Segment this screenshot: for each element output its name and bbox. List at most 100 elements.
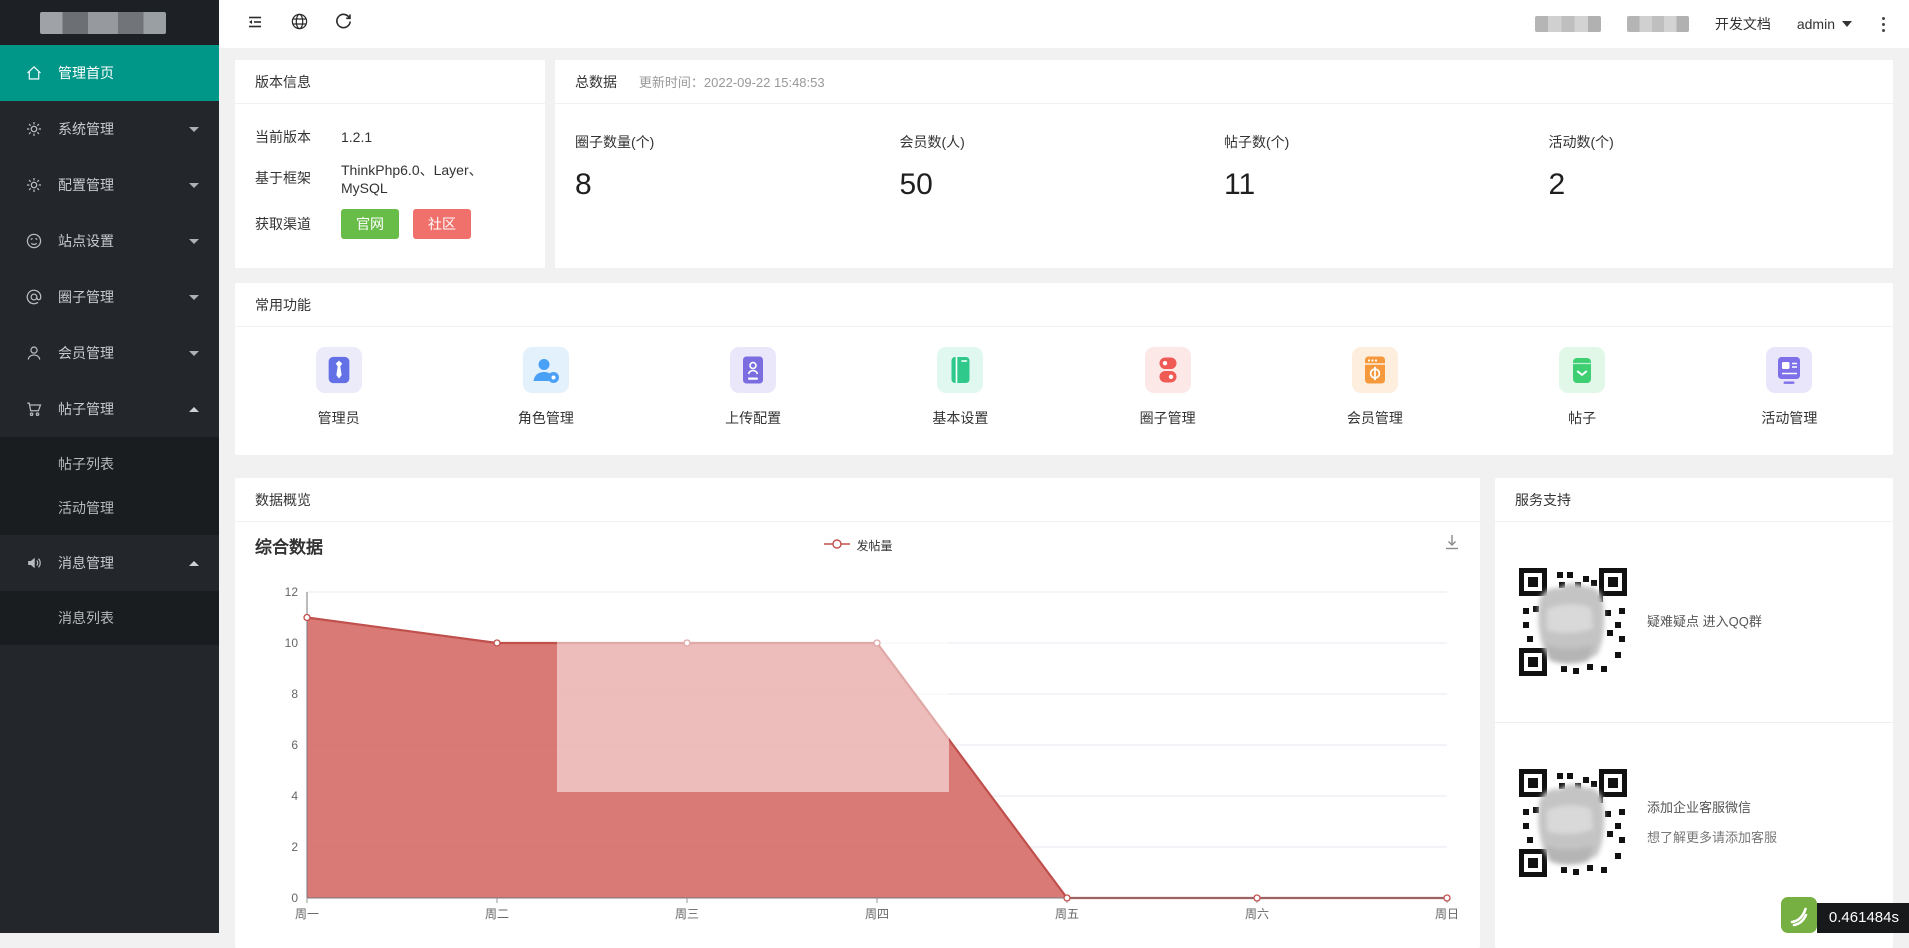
function-shortcut[interactable]: 活动管理 xyxy=(1686,347,1893,428)
function-shortcut[interactable]: 管理员 xyxy=(235,347,442,428)
logo-censored xyxy=(40,11,166,34)
speaker-icon xyxy=(24,553,44,573)
function-shortcut[interactable]: 会员管理 xyxy=(1271,347,1478,428)
channel-button[interactable]: 社区 xyxy=(413,209,471,239)
framework-row-value: ThinkPhp6.0、Layer、MySQL xyxy=(341,162,483,196)
stats-panel: 总数据 更新时间：2022-09-22 15:48:53 圈子数量(个) 8 会员数… xyxy=(555,60,1893,268)
language-button[interactable] xyxy=(277,0,321,48)
sidebar-menu: 管理首页 系统管理 配置管理 站点设置 圈子管理 会员管理 帖子管理 帖子列表 活动管理 消息管理… xyxy=(0,45,219,645)
submenu-item[interactable]: 活动管理 xyxy=(0,486,219,530)
chart-title: 综合数据 xyxy=(255,537,323,557)
area-chart: 0 2 4 6 8 10 12 周一 周二 周三 周四 周五 周六 周日 xyxy=(235,568,1480,945)
svg-text:10: 10 xyxy=(285,636,299,650)
admin-icon xyxy=(315,347,362,393)
at-icon xyxy=(24,287,44,307)
submenu-item[interactable]: 消息列表 xyxy=(0,596,219,640)
qq-group-block: 疑难疑点 进入QQ群 xyxy=(1495,522,1893,722)
functions-grid: 管理员 角色管理 上传配置 基本设置 圈子管理 会员管理 帖子 活动管理 xyxy=(235,327,1893,428)
sidebar-item-0[interactable]: 管理首页 xyxy=(0,45,219,101)
globe-icon xyxy=(290,12,309,36)
refresh-button[interactable] xyxy=(321,0,365,48)
framework-row: 基于框架 ThinkPhp6.0、Layer、MySQL xyxy=(235,147,545,196)
wechat-support-text: 添加企业客服微信 想了解更多请添加客服 xyxy=(1647,800,1778,845)
functions-panel: 常用功能 管理员 角色管理 上传配置 基本设置 圈子管理 会员管理 帖子 活动管理 xyxy=(235,283,1893,455)
chevron-down-icon xyxy=(1842,21,1852,27)
dev-docs-link[interactable]: 开发文档 xyxy=(1715,14,1771,34)
user-menu[interactable]: admin xyxy=(1797,16,1852,32)
legend-item[interactable]: 发帖量 xyxy=(822,537,893,554)
collapse-sidebar-button[interactable] xyxy=(233,0,277,48)
stat-label: 活动数(个) xyxy=(1548,134,1614,150)
collapse-icon xyxy=(245,12,265,37)
svg-text:6: 6 xyxy=(291,738,298,752)
version-panel: 版本信息 当前版本 1.2.1 基于框架 ThinkPhp6.0、Layer、M… xyxy=(235,60,545,268)
download-chart-button[interactable] xyxy=(1442,532,1462,557)
svg-text:周二: 周二 xyxy=(485,907,509,921)
submenu: 帖子列表 活动管理 xyxy=(0,437,219,535)
topbar: 开发文档 admin xyxy=(219,0,1909,48)
gear-icon xyxy=(24,119,44,139)
sidebar-item-label: 站点设置 xyxy=(58,233,114,249)
more-menu-button[interactable] xyxy=(1878,13,1889,36)
face-icon xyxy=(24,231,44,251)
function-shortcut[interactable]: 帖子 xyxy=(1479,347,1686,428)
function-label: 上传配置 xyxy=(725,410,782,426)
function-label: 会员管理 xyxy=(1346,410,1403,426)
upload-config-icon xyxy=(730,347,777,393)
member-manage-icon xyxy=(1351,347,1398,393)
svg-text:周四: 周四 xyxy=(865,907,889,921)
stats-panel-title: 总数据 xyxy=(575,74,617,90)
channel-button[interactable]: 官网 xyxy=(341,209,399,239)
sidebar-item-6[interactable]: 帖子管理 xyxy=(0,381,219,437)
function-shortcut[interactable]: 圈子管理 xyxy=(1064,347,1271,428)
function-shortcut[interactable]: 角色管理 xyxy=(442,347,649,428)
sidebar-item-1[interactable]: 系统管理 xyxy=(0,101,219,157)
sidebar-item-label: 消息管理 xyxy=(58,555,114,571)
svg-text:周日: 周日 xyxy=(1435,907,1459,921)
channel-row: 获取渠道 官网 社区 xyxy=(235,196,545,239)
version-panel-title: 版本信息 xyxy=(235,60,545,104)
chevron-down-icon xyxy=(189,238,199,244)
stats-grid: 圈子数量(个) 8 会员数(人) 50 帖子数(个) 11 活动数(个) 2 xyxy=(555,104,1893,202)
chevron-down-icon xyxy=(189,126,199,132)
legend-marker-icon xyxy=(822,538,850,552)
stats-panel-header: 总数据 更新时间：2022-09-22 15:48:53 xyxy=(555,60,1893,104)
qq-group-qr-code xyxy=(1517,566,1629,678)
chevron-up-icon xyxy=(189,406,199,412)
function-label: 帖子 xyxy=(1568,410,1597,426)
function-shortcut[interactable]: 基本设置 xyxy=(857,347,1064,428)
svg-text:周一: 周一 xyxy=(295,907,319,921)
legend-label: 发帖量 xyxy=(856,538,893,553)
channel-row-label: 获取渠道 xyxy=(255,216,311,232)
chevron-down-icon xyxy=(189,182,199,188)
sidebar-item-label: 会员管理 xyxy=(58,345,114,361)
topbar-link-censored-1[interactable] xyxy=(1534,16,1601,32)
wechat-support-qr-code xyxy=(1517,767,1629,879)
sidebar-item-label: 管理首页 xyxy=(58,65,114,81)
activity-manage-icon xyxy=(1766,347,1813,393)
sidebar-item-4[interactable]: 圈子管理 xyxy=(0,269,219,325)
sidebar-item-5[interactable]: 会员管理 xyxy=(0,325,219,381)
sidebar-item-3[interactable]: 站点设置 xyxy=(0,213,219,269)
user-icon xyxy=(24,343,44,363)
function-label: 基本设置 xyxy=(932,410,989,426)
function-label: 角色管理 xyxy=(517,410,574,426)
submenu-item[interactable]: 帖子列表 xyxy=(0,442,219,486)
topbar-left xyxy=(219,0,365,48)
sidebar-item-7[interactable]: 消息管理 xyxy=(0,535,219,591)
username: admin xyxy=(1796,16,1835,32)
version-row: 当前版本 1.2.1 xyxy=(235,114,545,147)
stats-update-time: 更新时间：2022-09-22 15:48:53 xyxy=(638,75,825,90)
data-overview-title: 数据概览 xyxy=(235,478,1480,522)
topbar-link-censored-2[interactable] xyxy=(1626,16,1689,32)
function-shortcut[interactable]: 上传配置 xyxy=(650,347,857,428)
stat-value: 11 xyxy=(1224,168,1256,201)
thinkphp-trace-icon[interactable] xyxy=(1780,897,1817,933)
sidebar-item-2[interactable]: 配置管理 xyxy=(0,157,219,213)
trace-time: 0.461484s xyxy=(1816,903,1909,933)
stat-item: 圈子数量(个) 8 xyxy=(575,132,900,202)
stat-value: 50 xyxy=(899,168,933,201)
functions-panel-title: 常用功能 xyxy=(235,283,1893,327)
svg-text:8: 8 xyxy=(291,687,298,701)
circle-manage-icon xyxy=(1144,347,1191,393)
